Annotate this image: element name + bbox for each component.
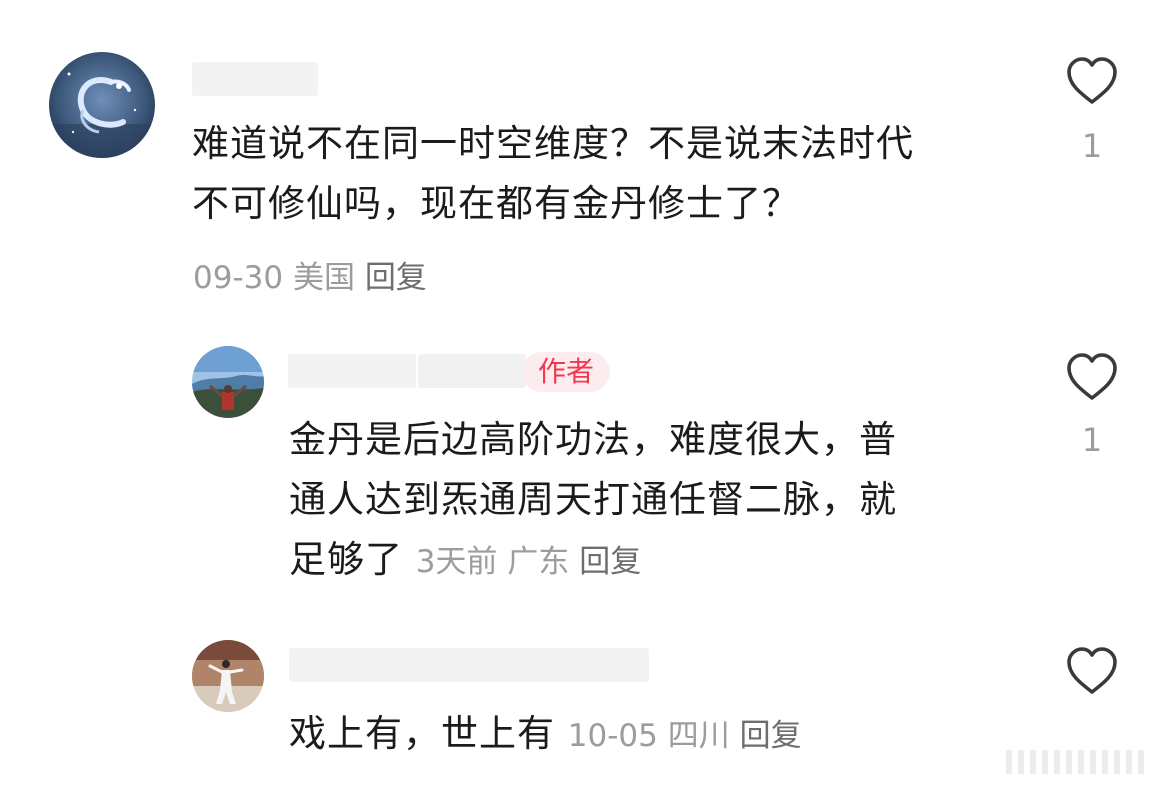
username-redacted[interactable]: [192, 62, 318, 96]
comment-meta: 3天前 广东 回复: [416, 544, 641, 580]
like-button[interactable]: [1064, 352, 1120, 402]
comment-text-line: 足够了: [289, 538, 403, 581]
landscape-avatar-icon[interactable]: [192, 346, 264, 418]
username-redacted[interactable]: [289, 648, 649, 682]
username-redacted[interactable]: [288, 354, 416, 388]
like-count: 1: [1081, 127, 1103, 165]
comment-text-line: 难道说不在同一时空维度？不是说末法时代: [192, 122, 914, 165]
heart-icon: [1067, 57, 1117, 104]
comment-date: 3天前: [415, 544, 498, 580]
dragon-avatar-icon[interactable]: [49, 52, 155, 158]
comment-text: 戏上有，世上有 10-05 四川 回复: [289, 704, 802, 766]
comment-text: 金丹是后边高阶功法，难度很大，普 通人达到炁通周天打通任督二脉，就 足够了 3天…: [289, 410, 897, 592]
taichi-avatar-icon[interactable]: [192, 640, 264, 712]
author-badge: 作者: [522, 352, 611, 392]
comment-meta: 10-05 四川 回复: [568, 718, 802, 754]
comment-date: 09-30: [193, 260, 284, 296]
comment-text-line: 不可修仙吗，现在都有金丹修士了？: [192, 182, 800, 225]
comment-text-line: 通人达到炁通周天打通任督二脉，就: [289, 478, 897, 521]
like-count: 1: [1081, 421, 1103, 459]
comment-location: 美国: [292, 260, 355, 296]
reply-button[interactable]: 回复: [579, 544, 641, 580]
username-redacted-segment: [418, 354, 526, 388]
comment-location: 四川: [667, 718, 730, 754]
comment-text: 难道说不在同一时空维度？不是说末法时代 不可修仙吗，现在都有金丹修士了？: [192, 114, 914, 234]
heart-icon: [1067, 647, 1117, 694]
comment-text-line: 戏上有，世上有: [289, 712, 555, 755]
comment-meta: 09-30 美国 回复: [193, 256, 427, 300]
comment-thread: 难道说不在同一时空维度？不是说末法时代 不可修仙吗，现在都有金丹修士了？ 09-…: [0, 0, 1170, 790]
like-button[interactable]: [1064, 646, 1120, 696]
comment-location: 广东: [507, 544, 570, 580]
reply-button[interactable]: 回复: [365, 260, 427, 296]
comment-text-last-line: 足够了 3天前 广东 回复: [289, 530, 897, 592]
like-button[interactable]: [1064, 56, 1120, 106]
watermark-icon: [1006, 750, 1144, 774]
comment-text-line: 金丹是后边高阶功法，难度很大，普: [289, 418, 897, 461]
heart-icon: [1067, 353, 1117, 400]
comment-date: 10-05: [567, 718, 658, 754]
reply-button[interactable]: 回复: [740, 718, 802, 754]
